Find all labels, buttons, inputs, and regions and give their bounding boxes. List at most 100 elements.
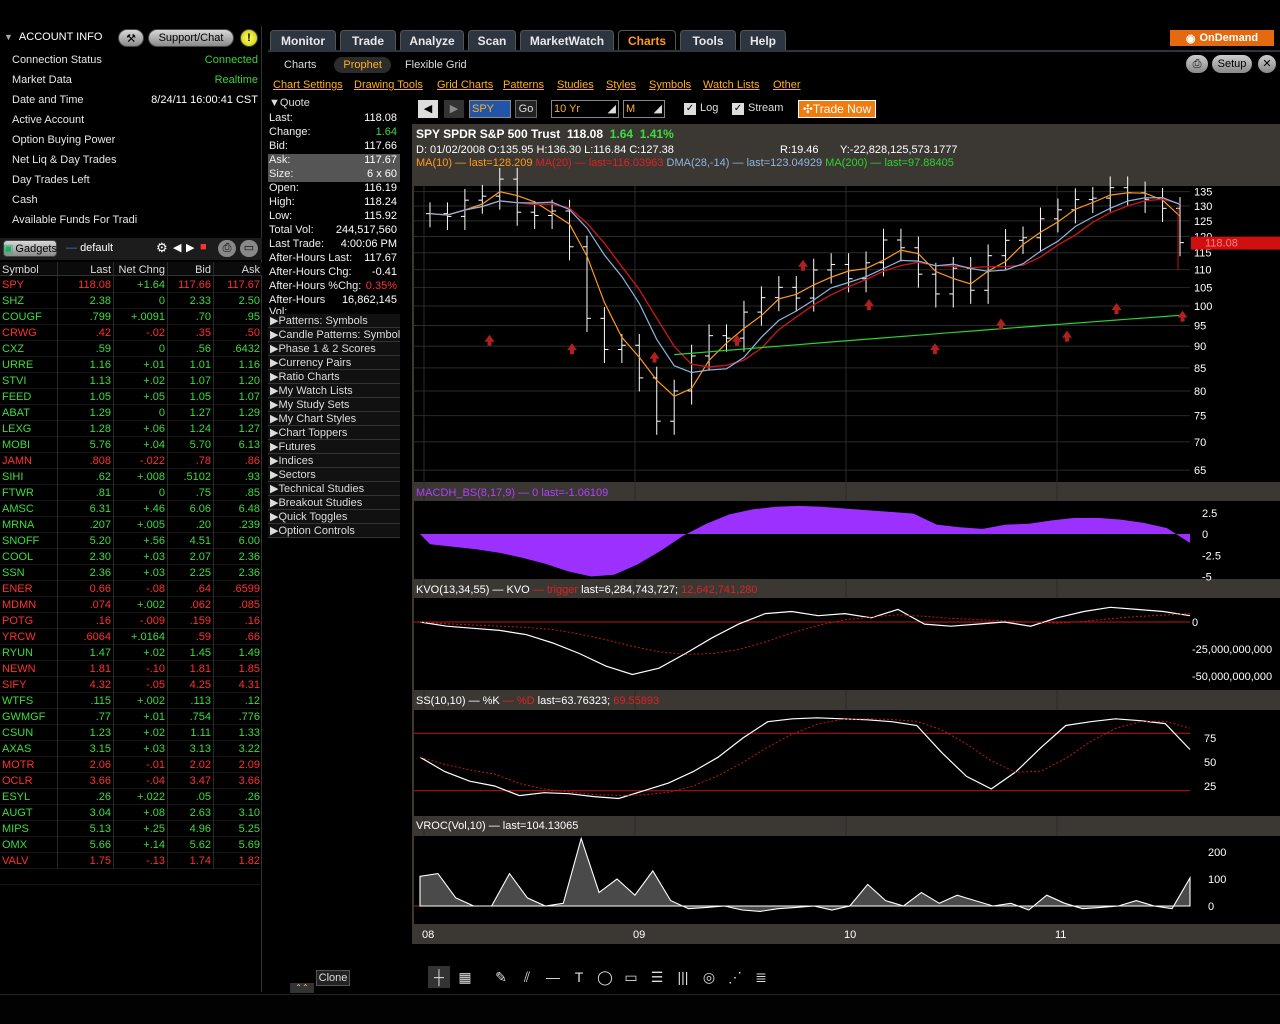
menu-watch-lists[interactable]: Watch Lists — [703, 79, 759, 91]
table-row[interactable]: MOTR 2.06 -.01 2.02 2.09 — [0, 757, 262, 773]
symbol-cell[interactable]: OMX — [0, 837, 58, 853]
section-technical-studies[interactable]: ▶Technical Studies — [268, 482, 400, 496]
maximize-icon[interactable]: ▭ — [240, 240, 258, 257]
vroc-panel[interactable] — [414, 836, 1190, 924]
tab-marketwatch[interactable]: MarketWatch — [520, 30, 614, 50]
parallel-lines-icon[interactable]: ⫽ — [516, 966, 538, 988]
table-row[interactable]: MOBI 5.76 +.04 5.70 6.13 — [0, 437, 262, 453]
menu-patterns[interactable]: Patterns — [503, 79, 544, 91]
symbol-cell[interactable]: AMSC — [0, 501, 58, 517]
data-box-icon[interactable]: ▦ — [454, 966, 476, 988]
symbol-cell[interactable]: MOBI — [0, 437, 58, 453]
go-button[interactable]: Go — [515, 100, 537, 118]
menu-drawing-tools[interactable]: Drawing Tools — [354, 79, 423, 91]
section-option-controls[interactable]: ▶Option Controls — [268, 524, 400, 538]
column-header[interactable]: Last — [58, 262, 114, 278]
list-icon[interactable]: ≣ — [750, 966, 772, 988]
table-row[interactable]: SNOFF 5.20 +.56 4.51 6.00 — [0, 533, 262, 549]
table-row[interactable]: CRWG .42 -.02.35 .50 — [0, 325, 262, 341]
log-checkbox[interactable]: ✓ Log — [684, 102, 718, 115]
table-row[interactable]: JAMN .808 -.022.78 .86 — [0, 453, 262, 469]
symbol-cell[interactable]: CXZ — [0, 341, 58, 357]
ellipse-icon[interactable]: ◯ — [594, 966, 616, 988]
section-sectors[interactable]: ▶Sectors — [268, 468, 400, 482]
table-row[interactable]: AXAS 3.15 +.03 3.13 3.22 — [0, 741, 262, 757]
section-ratio-charts[interactable]: ▶Ratio Charts — [268, 370, 400, 384]
table-row[interactable]: FTWR .81 0.75 .85 — [0, 485, 262, 501]
symbol-cell[interactable]: CSUN — [0, 725, 58, 741]
symbol-cell[interactable]: MRNA — [0, 517, 58, 533]
section-my-chart-styles[interactable]: ▶My Chart Styles — [268, 412, 400, 426]
symbol-cell[interactable]: POTG — [0, 613, 58, 629]
section-patterns-symbols[interactable]: ▶Patterns: Symbols — [268, 314, 400, 328]
table-row[interactable]: AUGT 3.04 +.08 2.63 3.10 — [0, 805, 262, 821]
tab-charts[interactable]: Charts — [618, 30, 676, 50]
print-button[interactable]: ⎙ — [1186, 55, 1208, 73]
menu-symbols[interactable]: Symbols — [649, 79, 691, 91]
aggregation-select[interactable]: M ◢ — [623, 100, 665, 118]
table-row[interactable]: SIHI .62 +.008.5102 .93 — [0, 469, 262, 485]
symbol-cell[interactable]: FEED — [0, 389, 58, 405]
tab-scan[interactable]: Scan — [468, 30, 516, 50]
symbol-cell[interactable]: ENER — [0, 581, 58, 597]
symbol-cell[interactable]: SIHI — [0, 469, 58, 485]
ondemand-button[interactable]: ◉ OnDemand — [1170, 30, 1274, 46]
symbol-cell[interactable]: AUGT — [0, 805, 58, 821]
table-row[interactable]: VALV 1.75 -.13 1.74 1.82 — [0, 853, 262, 869]
symbol-cell[interactable]: ESYL — [0, 789, 58, 805]
menu-styles[interactable]: Styles — [606, 79, 636, 91]
symbol-cell[interactable]: YRCW — [0, 629, 58, 645]
section-my-study-sets[interactable]: ▶My Study Sets — [268, 398, 400, 412]
symbol-cell[interactable]: SPY — [0, 277, 58, 293]
column-header[interactable]: Ask — [214, 262, 262, 278]
table-row[interactable]: MIPS 5.13 +.25 4.96 5.25 — [0, 821, 262, 837]
section-futures[interactable]: ▶Futures — [268, 440, 400, 454]
symbol-cell[interactable]: GWMGF — [0, 709, 58, 725]
cycle-icon[interactable]: ◎ — [698, 966, 720, 988]
tab-monitor[interactable]: Monitor — [270, 30, 336, 50]
support-chat-button[interactable]: Support/Chat — [148, 29, 234, 47]
symbol-cell[interactable]: FTWR — [0, 485, 58, 501]
stochastic-panel[interactable] — [414, 710, 1190, 816]
symbol-cell[interactable]: OCLR — [0, 773, 58, 789]
table-row[interactable]: GWMGF .77 +.01.754 .776 — [0, 709, 262, 725]
chart-back-button[interactable]: ◀ — [418, 100, 438, 118]
kvo-panel[interactable] — [414, 598, 1190, 690]
expand-icon[interactable]: ⌃⌃ — [290, 983, 314, 993]
fan-icon[interactable]: ⋰ — [724, 966, 746, 988]
gadgets-button[interactable]: ▣ Gadgets — [3, 240, 57, 257]
gann-icon[interactable]: ||| — [672, 966, 694, 988]
table-row[interactable]: MRNA .207 +.005.20 .239 — [0, 517, 262, 533]
section-quick-toggles[interactable]: ▶Quick Toggles — [268, 510, 400, 524]
symbol-cell[interactable]: LEXG — [0, 421, 58, 437]
empty-row[interactable] — [0, 869, 262, 885]
watchlist-dropdown[interactable]: — default — [66, 242, 113, 254]
section-currency-pairs[interactable]: ▶Currency Pairs — [268, 356, 400, 370]
column-header[interactable]: Bid — [168, 262, 214, 278]
gear-icon[interactable]: ⚙ — [156, 240, 168, 256]
table-row[interactable]: RYUN 1.47 +.02 1.45 1.49 — [0, 645, 262, 661]
table-row[interactable]: ESYL .26 +.022.05.26 — [0, 789, 262, 805]
symbol-cell[interactable]: WTFS — [0, 693, 58, 709]
subtab-charts[interactable]: Charts — [284, 59, 316, 71]
menu-grid-charts[interactable]: Grid Charts — [437, 79, 493, 91]
symbol-cell[interactable]: COOL — [0, 549, 58, 565]
table-row[interactable]: OMX 5.66 +.14 5.62 5.69 — [0, 837, 262, 853]
menu-chart-settings[interactable]: Chart Settings — [273, 79, 343, 91]
forward-icon[interactable]: ▶ — [186, 241, 194, 254]
symbol-cell[interactable]: CRWG — [0, 325, 58, 341]
column-header[interactable]: Net Chng — [114, 262, 168, 278]
pencil-icon[interactable]: ✎ — [490, 966, 512, 988]
table-row[interactable]: COOL 2.30 +.03 2.07 2.36 — [0, 549, 262, 565]
table-row[interactable]: SIFY 4.32 -.05 4.25 4.31 — [0, 677, 262, 693]
price-panel[interactable] — [414, 186, 1190, 482]
horizontal-line-icon[interactable]: — — [542, 966, 564, 988]
section-indices[interactable]: ▶Indices — [268, 454, 400, 468]
table-row[interactable]: AMSC 6.31 +.46 6.06 6.48 — [0, 501, 262, 517]
symbol-cell[interactable]: JAMN — [0, 453, 58, 469]
section-chart-toppers[interactable]: ▶Chart Toppers — [268, 426, 400, 440]
table-row[interactable]: CXZ .59 0.56 .6432 — [0, 341, 262, 357]
rectangle-icon[interactable]: ▭ — [620, 966, 642, 988]
tab-help[interactable]: Help — [740, 30, 786, 50]
symbol-cell[interactable]: URRE — [0, 357, 58, 373]
